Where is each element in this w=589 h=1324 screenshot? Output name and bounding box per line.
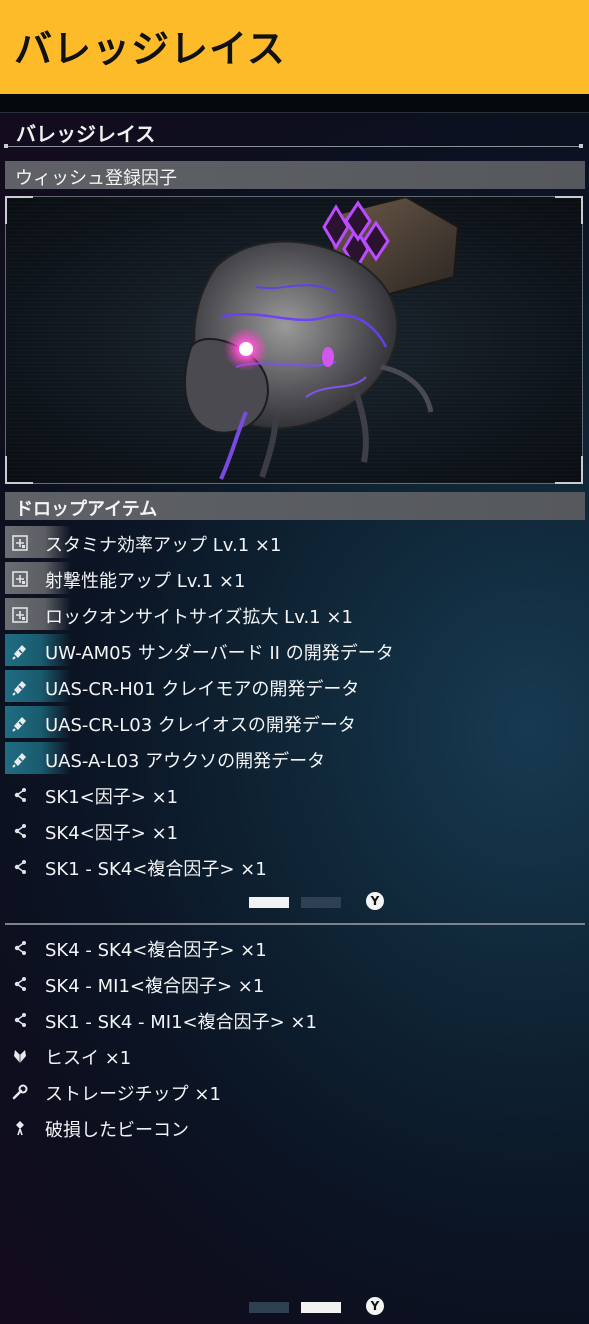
wish-factor-band: ウィッシュ登録因子 [5,161,585,189]
page-indicator-2 [301,897,341,908]
factor-icon [11,822,29,840]
pager-page-1[interactable]: Y [249,892,389,912]
item-label: SK4 - MI1<複合因子> ×1 [45,976,265,997]
item-label: スタミナ効率アップ Lv.1 ×1 [45,535,282,556]
factor-icon [11,975,29,993]
blueprint-data-icon [11,714,29,732]
list-item[interactable]: SK1 - SK4<複合因子> ×1 [5,849,585,883]
monster-image-frame [5,196,583,484]
factor-icon [11,1011,29,1029]
list-item[interactable]: スタミナ効率アップ Lv.1 ×1 [5,525,585,559]
list-item[interactable]: ストレージチップ ×1 [5,1074,585,1108]
page-divider [5,923,585,925]
list-item[interactable]: ヒスイ ×1 [5,1038,585,1072]
y-button-icon[interactable]: Y [366,892,384,910]
item-label: UAS-CR-H01 クレイモアの開発データ [45,679,360,700]
item-label: SK1<因子> ×1 [45,787,179,808]
drop-items-label: ドロップアイテム [15,499,158,520]
drop-items-band: ドロップアイテム [5,492,585,520]
item-label: UAS-CR-L03 クレイオスの開発データ [45,715,356,736]
factor-icon [11,786,29,804]
item-icon-box [5,814,35,846]
wrench-icon [11,1083,29,1101]
item-label: 射撃性能アップ Lv.1 ×1 [45,571,246,592]
item-icon-box [5,778,35,810]
list-item[interactable]: ロックオンサイトサイズ拡大 Lv.1 ×1 [5,597,585,631]
item-icon-box [5,1111,35,1143]
list-item[interactable]: UAS-CR-H01 クレイモアの開発データ [5,669,585,703]
blueprint-data-icon [11,678,29,696]
item-label: ストレージチップ ×1 [45,1084,221,1105]
list-item[interactable]: 射撃性能アップ Lv.1 ×1 [5,561,585,595]
item-label: ヒスイ ×1 [45,1048,132,1069]
item-icon-box [5,931,35,963]
list-item[interactable]: 破損したビーコン [5,1110,585,1144]
beacon-icon [11,1119,29,1137]
item-icon-box [5,967,35,999]
list-item[interactable]: SK1 - SK4 - MI1<複合因子> ×1 [5,1002,585,1036]
list-item[interactable]: UW-AM05 サンダーバード II の開発データ [5,633,585,667]
page-indicator-2 [301,1302,341,1313]
chip-module-icon [11,534,29,552]
item-label: SK1 - SK4<複合因子> ×1 [45,859,267,880]
list-item[interactable]: SK4<因子> ×1 [5,813,585,847]
page-indicator-1 [249,1302,289,1313]
top-band [0,94,589,113]
jade-crystal-icon [11,1047,29,1065]
header-bar: バレッジレイス [0,0,589,94]
item-label: SK1 - SK4 - MI1<複合因子> ×1 [45,1012,317,1033]
item-label: UAS-A-L03 アウクソの開発データ [45,751,326,772]
item-label: SK4 - SK4<複合因子> ×1 [45,940,267,961]
blueprint-data-icon [11,750,29,768]
list-item[interactable]: SK1<因子> ×1 [5,777,585,811]
divider-dot [4,144,8,148]
list-item[interactable]: SK4 - SK4<複合因子> ×1 [5,930,585,964]
section-divider [6,146,583,147]
section-title: バレッジレイス [16,122,156,146]
item-icon-box [5,1003,35,1035]
chip-module-icon [11,606,29,624]
page-indicator-1 [249,897,289,908]
item-label: ロックオンサイトサイズ拡大 Lv.1 ×1 [45,607,353,628]
divider-dot [579,144,583,148]
factor-icon [11,858,29,876]
item-label: 破損したビーコン [45,1120,189,1141]
blueprint-data-icon [11,642,29,660]
list-item[interactable]: SK4 - MI1<複合因子> ×1 [5,966,585,1000]
item-label: SK4<因子> ×1 [45,823,179,844]
item-icon-box [5,1039,35,1071]
item-icon-box [5,1075,35,1107]
chip-module-icon [11,570,29,588]
factor-icon [11,939,29,957]
monster-render [184,197,460,480]
pager-page-2[interactable]: Y [249,1297,389,1317]
list-item[interactable]: UAS-CR-L03 クレイオスの開発データ [5,705,585,739]
header-title: バレッジレイス [14,27,286,71]
y-button-icon[interactable]: Y [366,1297,384,1315]
list-item[interactable]: UAS-A-L03 アウクソの開発データ [5,741,585,775]
item-label: UW-AM05 サンダーバード II の開発データ [45,643,394,664]
item-icon-box [5,850,35,882]
wish-factor-label: ウィッシュ登録因子 [15,168,177,189]
